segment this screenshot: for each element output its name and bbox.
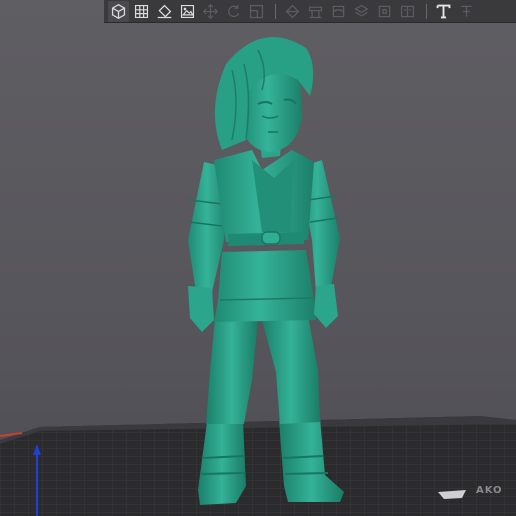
- bed-brand-label: AKO: [476, 485, 503, 496]
- 3d-viewport[interactable]: [0, 0, 516, 516]
- print-bed: [0, 416, 516, 516]
